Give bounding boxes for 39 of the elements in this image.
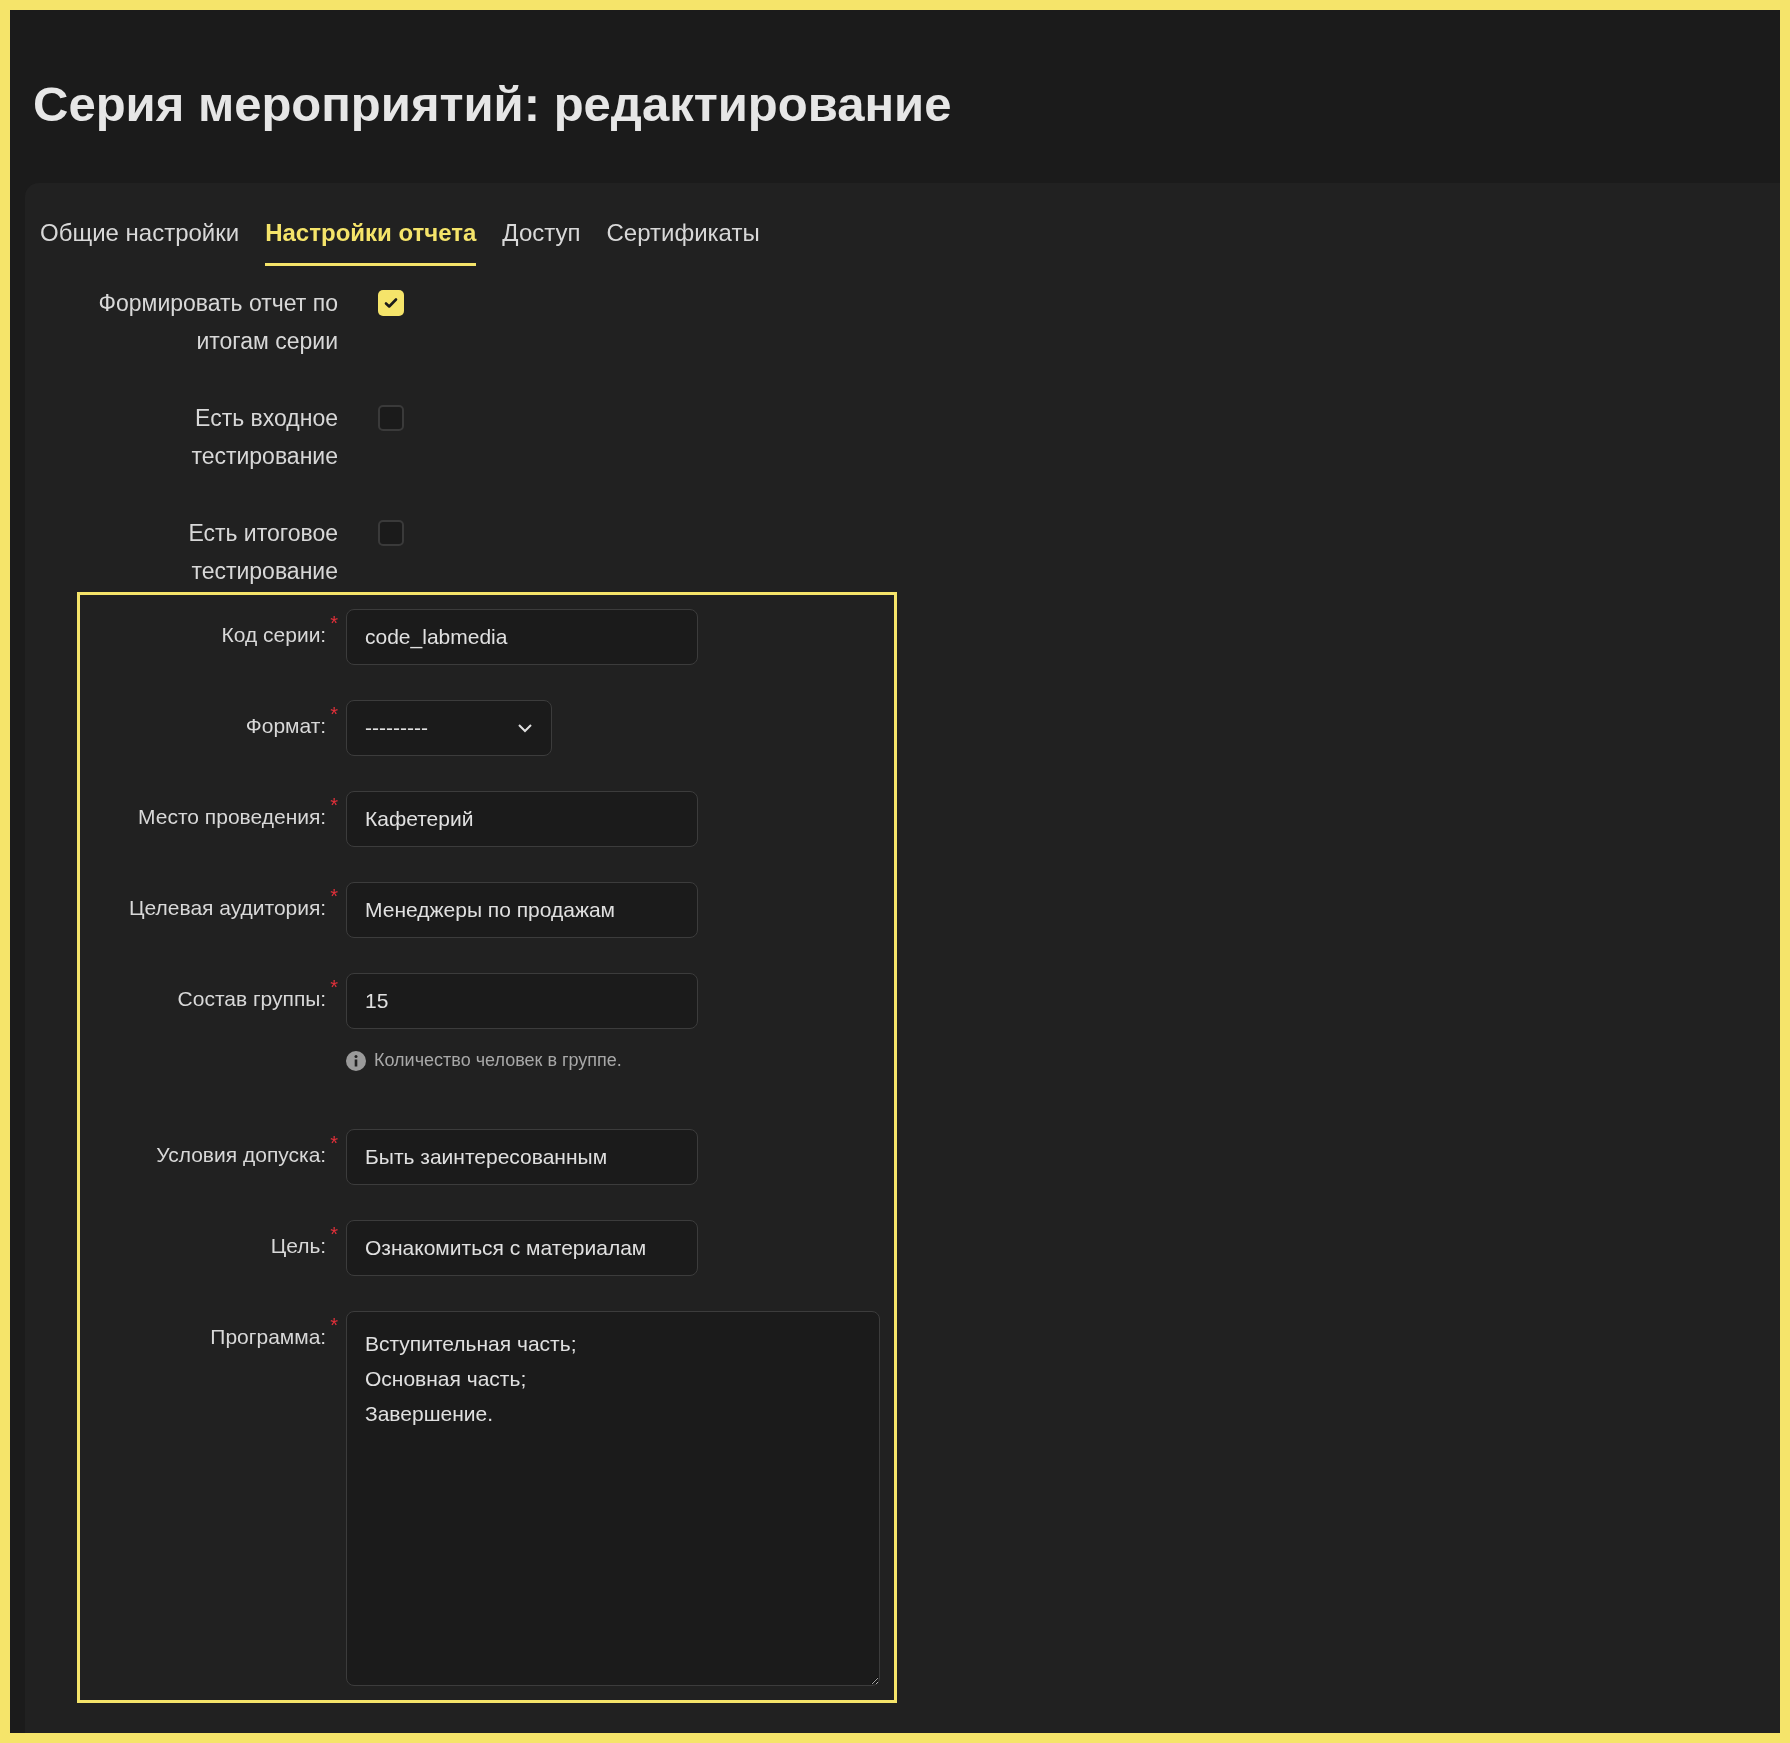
required-mark: * [330, 1133, 338, 1153]
textarea-field[interactable]: Вступительная часть; Основная часть; Завершение. [346, 1311, 880, 1686]
input-field[interactable]: 15 [346, 973, 698, 1029]
field-label: Цель: [270, 1233, 327, 1259]
field-label: Целевая аудитория: [129, 895, 327, 921]
field-label: Формат: [245, 713, 327, 739]
checkmark-icon [383, 295, 399, 311]
option-label: Есть итоговое тестирование [187, 519, 338, 586]
required-mark: * [330, 795, 338, 815]
field-label: Код серии: [221, 622, 327, 648]
field-label: Место проведения: [138, 804, 327, 830]
required-mark: * [330, 977, 338, 997]
checkbox[interactable] [378, 520, 404, 546]
required-mark: * [330, 1315, 338, 1335]
page-title: Серия мероприятий: редактирование [33, 80, 953, 129]
required-mark: * [330, 1224, 338, 1244]
tab[interactable]: Доступ [502, 215, 581, 266]
field-label: Условия допуска: [156, 1142, 327, 1168]
tab[interactable]: Настройки отчета [265, 215, 477, 266]
required-mark: * [330, 704, 338, 724]
option-label: Есть входное тестирование [190, 404, 338, 471]
checkbox[interactable] [378, 290, 404, 316]
required-mark: * [330, 613, 338, 633]
select-field[interactable]: --------- [346, 700, 552, 756]
tab[interactable]: Общие настройки [40, 215, 240, 266]
info-icon [346, 1050, 366, 1071]
field-label: Программа: [210, 1324, 327, 1350]
input-field[interactable]: Кафетерий [346, 791, 698, 847]
option-label: Формировать отчет по итогам серии [97, 289, 338, 356]
input-field[interactable]: Быть заинтересованным [346, 1129, 698, 1185]
required-mark: * [330, 886, 338, 906]
field-label: Состав группы: [177, 986, 327, 1012]
tab[interactable]: Сертификаты [606, 215, 760, 266]
chevron-down-icon [517, 723, 533, 733]
hint-text: Количество человек в группе. [374, 1049, 622, 1072]
input-field[interactable]: Менеджеры по продажам [346, 882, 698, 938]
checkbox[interactable] [378, 405, 404, 431]
input-field[interactable]: code_labmedia [346, 609, 698, 665]
input-field[interactable]: Ознакомиться с материалам [346, 1220, 698, 1276]
